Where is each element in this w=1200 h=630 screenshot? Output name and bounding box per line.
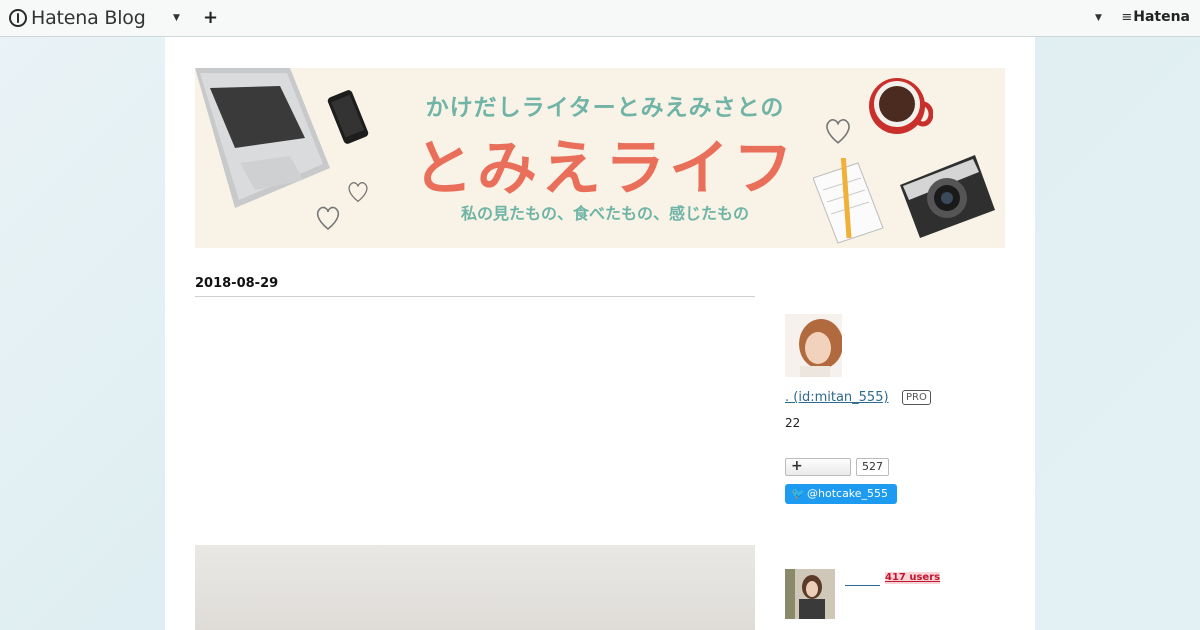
notepad-illustration xyxy=(813,158,884,244)
brand-name: Hatena Blog xyxy=(31,7,146,29)
bookmark-users-badge[interactable]: 417 users xyxy=(885,572,941,584)
chevron-down-icon[interactable]: ▼ xyxy=(1095,13,1102,23)
entry-title-link[interactable] xyxy=(845,571,880,586)
profile-count: 22 xyxy=(785,416,801,430)
hatena-blog-logo-icon xyxy=(9,9,27,27)
banner-tagline: 私の見たもの、食べたもの、感じたもの xyxy=(460,204,749,223)
entry-thumbnail-photo xyxy=(785,569,835,619)
smartphone-illustration xyxy=(327,90,369,144)
hatena-logo-icon: ≡ xyxy=(1121,9,1132,25)
coffee-cup-illustration xyxy=(869,78,933,134)
hatena-wordmark: Hatena xyxy=(1133,9,1190,25)
avatar[interactable] xyxy=(785,314,842,377)
blog-header-banner[interactable]: かけだしライターとみえみさとの とみえライフ 私の見たもの、食べたもの、感じたも… xyxy=(195,68,1005,248)
hatena-blog-home-link[interactable]: Hatena Blog xyxy=(9,7,146,29)
heart-doodle-icon xyxy=(826,119,850,144)
follower-count[interactable]: 527 xyxy=(856,458,889,476)
profile-name-link[interactable]: . (id:mitan_555) xyxy=(785,390,889,405)
camera-illustration xyxy=(900,155,995,238)
heart-doodle-icon xyxy=(316,206,340,230)
blog-title: とみえライフ xyxy=(413,134,797,204)
twitter-handle: @hotcake_555 xyxy=(807,487,889,500)
twitter-follow-button[interactable]: 🐦 @hotcake_555 xyxy=(785,484,897,504)
profile-photo xyxy=(785,314,842,377)
chevron-down-icon[interactable]: ▼ xyxy=(173,13,180,23)
add-entry-button[interactable]: + xyxy=(203,7,218,29)
global-header: Hatena Blog ▼ + ▼ ≡ Hatena xyxy=(0,0,1200,37)
follow-button[interactable]: + xyxy=(785,458,851,476)
hatena-account-link[interactable]: ≡ Hatena xyxy=(1121,9,1190,25)
entry-thumbnail[interactable] xyxy=(785,569,835,619)
entry-date[interactable]: 2018-08-29 xyxy=(195,276,755,297)
banner-subtitle: かけだしライターとみえみさとの xyxy=(425,95,785,121)
entry-image xyxy=(195,545,755,630)
pro-badge: PRO xyxy=(902,390,931,405)
twitter-bird-icon: 🐦 xyxy=(791,487,805,500)
plus-icon: + xyxy=(791,458,803,474)
heart-doodle-icon xyxy=(348,182,368,203)
